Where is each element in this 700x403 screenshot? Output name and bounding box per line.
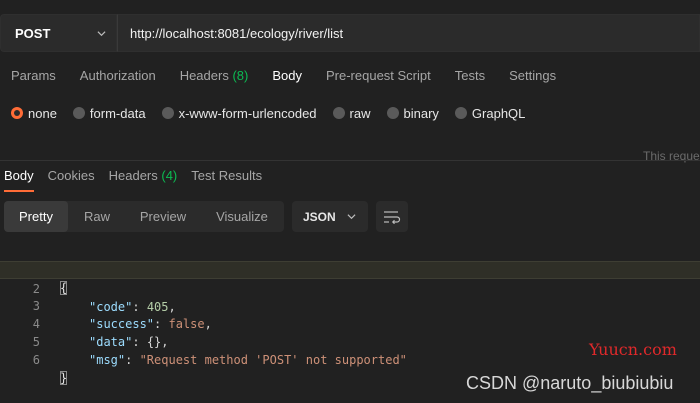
response-tab-body[interactable]: Body [4, 168, 34, 192]
tab-authorization-label: Authorization [79, 68, 156, 83]
tab-tests-label: Tests [454, 68, 486, 83]
response-tab-headers-label: Headers [108, 168, 158, 183]
code-line: 5 "msg": "Request method 'POST' not supp… [0, 315, 700, 367]
radio-unchecked-icon [72, 107, 85, 119]
request-tabs: Params Authorization Headers (8) Body Pr… [0, 68, 569, 88]
language-select[interactable]: JSON [292, 201, 368, 232]
wrap-lines-button[interactable] [376, 201, 408, 232]
radio-raw-label: raw [349, 105, 371, 121]
radio-none[interactable]: none [11, 106, 57, 121]
radio-checked-icon [11, 107, 23, 119]
code-line: 4 "data": {}, [0, 297, 700, 349]
wrap-lines-icon [384, 210, 401, 224]
chevron-down-icon [97, 31, 106, 37]
radio-none-label: none [28, 105, 57, 121]
close-brace: } [60, 371, 68, 385]
tab-pre-request-script[interactable]: Pre-request Script [326, 68, 431, 88]
response-tab-cookies[interactable]: Cookies [48, 168, 95, 192]
radio-unchecked-icon [332, 107, 345, 119]
radio-form-data-label: form-data [89, 105, 146, 121]
tab-tests[interactable]: Tests [455, 68, 485, 88]
site-watermark: Yuucn.com [589, 340, 677, 359]
radio-form-data[interactable]: form-data [72, 105, 146, 121]
radio-x-www-form-urlencoded-label: x-www-form-urlencoded [178, 105, 317, 121]
code-line: 1 { [0, 243, 700, 295]
tab-pre-request-script-label: Pre-request Script [325, 68, 431, 83]
tab-body[interactable]: Body [272, 68, 302, 88]
tab-headers[interactable]: Headers (8) [180, 68, 249, 88]
request-url-bar: POST http://localhost:8081/ecology/river… [0, 14, 700, 52]
tab-authorization[interactable]: Authorization [80, 68, 156, 88]
view-preview-button[interactable]: Preview [126, 201, 200, 232]
response-body-code: 1 { 2 "code": 405, 3 "success": false, 4… [0, 243, 700, 385]
line-number: 6 [32, 353, 40, 367]
radio-unchecked-icon [161, 107, 174, 119]
response-tabs: Body Cookies Headers (4) Test Results [0, 168, 272, 192]
code-line: 3 "success": false, [0, 279, 700, 331]
tab-params-label: Params [11, 68, 56, 83]
view-raw-button[interactable]: Raw [68, 201, 126, 232]
view-pretty-button[interactable]: Pretty [4, 201, 68, 232]
headers-count-badge: (8) [232, 68, 249, 83]
radio-graphql[interactable]: GraphQL [454, 105, 526, 121]
tab-headers-label: Headers [179, 68, 229, 83]
language-label: JSON [303, 209, 336, 224]
response-tab-test-results[interactable]: Test Results [191, 168, 262, 192]
radio-x-www-form-urlencoded[interactable]: x-www-form-urlencoded [161, 105, 317, 121]
author-watermark: CSDN @naruto_biubiubiu [466, 373, 674, 393]
code-line-highlighted: 2 "code": 405, [0, 261, 700, 314]
tab-body-label: Body [272, 68, 302, 83]
radio-graphql-label: GraphQL [471, 105, 526, 121]
json-key: "msg" [89, 353, 126, 367]
radio-raw[interactable]: raw [332, 105, 371, 121]
radio-unchecked-icon [454, 107, 467, 119]
radio-unchecked-icon [386, 107, 399, 119]
view-visualize-button[interactable]: Visualize [200, 201, 284, 232]
response-headers-count-badge: (4) [161, 168, 178, 183]
radio-binary-label: binary [403, 105, 439, 121]
body-type-options: none form-data x-www-form-urlencoded raw… [11, 104, 541, 122]
response-tab-headers[interactable]: Headers (4) [109, 168, 178, 192]
view-mode-selector: Pretty Raw Preview Visualize [4, 201, 284, 232]
tab-params[interactable]: Params [11, 68, 56, 88]
json-value: "Request method 'POST' not supported" [139, 353, 407, 367]
tab-settings[interactable]: Settings [509, 68, 556, 88]
method-label: POST [15, 25, 51, 41]
panel-divider [0, 160, 700, 161]
radio-binary[interactable]: binary [386, 105, 439, 121]
chevron-down-icon [347, 214, 356, 220]
method-select[interactable]: POST [0, 14, 117, 52]
url-input[interactable]: http://localhost:8081/ecology/river/list [117, 14, 700, 52]
tab-settings-label: Settings [509, 68, 557, 83]
